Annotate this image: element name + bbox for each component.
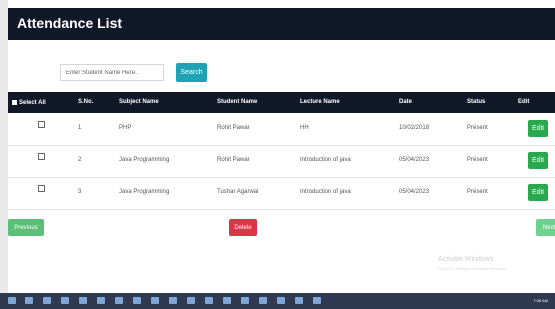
app-icon[interactable] xyxy=(97,297,105,304)
table-header: Select All S.No. Subject Name Student Na… xyxy=(8,92,555,113)
windows-icon[interactable] xyxy=(8,297,16,304)
row-status: Present xyxy=(467,157,488,163)
row-student: Rohit Pawar xyxy=(217,125,250,131)
date-header: Date xyxy=(399,99,413,105)
lecture-header: Lecture Name xyxy=(300,99,340,105)
app-icon[interactable] xyxy=(169,297,177,304)
edit-button[interactable]: Edit xyxy=(528,184,548,201)
row-student: Rohit Pawar xyxy=(217,157,250,163)
row-status: Present xyxy=(467,125,488,131)
row-sno: 3 xyxy=(78,189,82,195)
page: Attendance List Search Select All S.No. … xyxy=(8,0,555,293)
edit-button[interactable]: Edit xyxy=(528,120,548,137)
row-date: 05/04/2023 xyxy=(399,157,430,163)
row-subject: Java Programming xyxy=(119,189,170,195)
watermark-title: Activate Windows xyxy=(438,256,494,263)
app-icon[interactable] xyxy=(115,297,123,304)
row-lecture: Introduction of java xyxy=(300,157,351,163)
activate-windows-watermark: Activate Windows Go to PC settings to ac… xyxy=(438,255,507,273)
row-checkbox[interactable] xyxy=(38,185,45,192)
student-search-input[interactable] xyxy=(60,64,164,81)
browser-icon[interactable] xyxy=(25,297,33,304)
app-icon[interactable] xyxy=(187,297,195,304)
taskbar: 7:08 AM xyxy=(0,293,555,309)
app-icon[interactable] xyxy=(133,297,141,304)
row-status: Present xyxy=(467,189,488,195)
table-row: 3 Java Programming Tushar Agarwal Introd… xyxy=(8,178,555,210)
page-title: Attendance List xyxy=(17,15,123,31)
row-sno: 2 xyxy=(78,157,82,163)
taskbar-time: 7:08 AM xyxy=(533,298,548,303)
edit-button[interactable]: Edit xyxy=(528,152,548,169)
app-icon[interactable] xyxy=(151,297,159,304)
previous-button[interactable]: Previous xyxy=(8,219,44,236)
row-subject: PHP xyxy=(119,125,132,131)
row-subject: Java Programming xyxy=(119,157,170,163)
browser-frame: Attendance List Search Select All S.No. … xyxy=(0,0,555,309)
app-icon[interactable] xyxy=(259,297,267,304)
table-row: 2 Java Programming Rohit Pawar Introduct… xyxy=(8,146,555,178)
delete-button[interactable]: Delete xyxy=(229,219,257,236)
page-header: Attendance List xyxy=(8,8,555,40)
row-sno: 1 xyxy=(78,125,82,131)
edit-header: Edit xyxy=(518,99,530,105)
select-all-header[interactable]: Select All xyxy=(11,99,46,106)
table-row: 1 PHP Rohit Pawar HH 10/02/2018 Present … xyxy=(8,114,555,146)
select-all-checkbox[interactable] xyxy=(11,99,18,106)
next-button[interactable]: Next xyxy=(536,219,555,236)
folder-icon[interactable] xyxy=(43,297,51,304)
app-icon[interactable] xyxy=(79,297,87,304)
app-icon[interactable] xyxy=(223,297,231,304)
sno-header: S.No. xyxy=(78,99,94,105)
row-student: Tushar Agarwal xyxy=(217,189,259,195)
row-lecture: Introduction of java xyxy=(300,189,351,195)
watermark-subtitle: Go to PC settings to activate Windows. xyxy=(438,266,508,271)
row-lecture: HH xyxy=(300,125,309,131)
app-icon[interactable] xyxy=(61,297,69,304)
app-icon[interactable] xyxy=(241,297,249,304)
subject-header: Subject Name xyxy=(119,99,159,105)
app-icon[interactable] xyxy=(277,297,285,304)
row-date: 05/04/2023 xyxy=(399,189,430,195)
search-button[interactable]: Search xyxy=(176,63,207,82)
status-header: Status xyxy=(467,99,486,105)
app-icon[interactable] xyxy=(205,297,213,304)
student-header: Student Name xyxy=(217,99,258,105)
app-icon[interactable] xyxy=(313,297,321,304)
row-date: 10/02/2018 xyxy=(399,125,430,131)
app-icon[interactable] xyxy=(295,297,303,304)
row-checkbox[interactable] xyxy=(38,121,45,128)
row-checkbox[interactable] xyxy=(38,153,45,160)
